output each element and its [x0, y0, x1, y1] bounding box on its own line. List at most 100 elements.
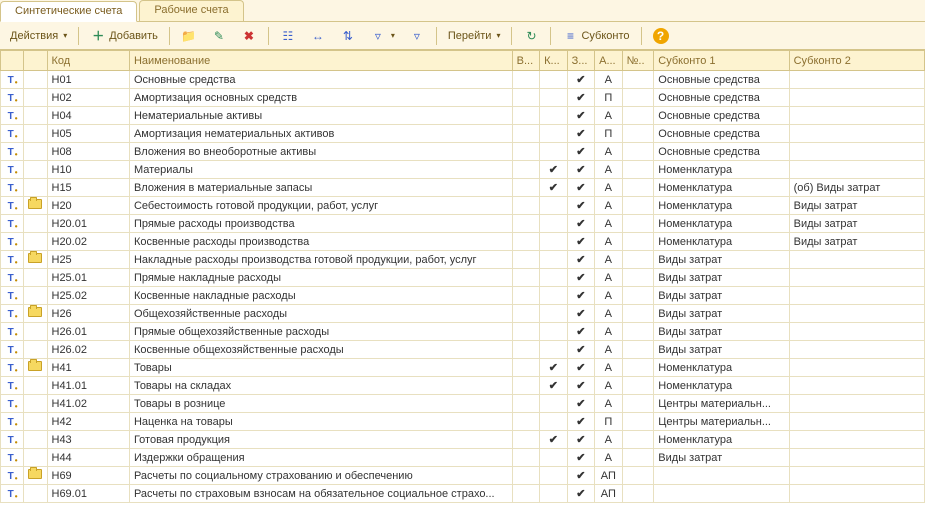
col-name[interactable]: Наименование — [129, 51, 512, 71]
table-row[interactable]: TН20Себестоимость готовой продукции, раб… — [1, 197, 925, 215]
funnel-clear-icon: ▿ — [409, 28, 425, 44]
table-row[interactable]: TН25Накладные расходы производства готов… — [1, 251, 925, 269]
cell-name: Вложения в материальные запасы — [129, 179, 512, 197]
folder-icon — [28, 469, 42, 479]
cell-k — [540, 485, 567, 503]
col-k[interactable]: К... — [540, 51, 567, 71]
tree-button[interactable]: ☷ — [274, 25, 302, 47]
cell-a: А — [595, 71, 622, 89]
cell-z: ✔ — [567, 251, 594, 269]
edit-button[interactable]: ✎ — [205, 25, 233, 47]
table-row[interactable]: TН26.01Прямые общехозяйственные расходы✔… — [1, 323, 925, 341]
delete-button[interactable]: ✖ — [235, 25, 263, 47]
add-button[interactable]: ＋ Добавить — [84, 25, 164, 47]
table-row[interactable]: TН01Основные средства✔АОсновные средства — [1, 71, 925, 89]
row-marker: T — [1, 251, 24, 269]
add-group-button[interactable]: 📁 — [175, 25, 203, 47]
table-row[interactable]: TН20.02Косвенные расходы производства✔АН… — [1, 233, 925, 251]
table-row[interactable]: TН41.01Товары на складах✔✔АНоменклатура — [1, 377, 925, 395]
table-row[interactable]: TН44Издержки обращения✔АВиды затрат — [1, 449, 925, 467]
check-icon: ✔ — [576, 128, 585, 140]
tab-synthetic-accounts[interactable]: Синтетические счета — [0, 1, 137, 22]
cell-z: ✔ — [567, 125, 594, 143]
table-row[interactable]: TН41.02Товары в рознице✔АЦентры материал… — [1, 395, 925, 413]
hierarchy-button[interactable]: ⇅ — [334, 25, 362, 47]
row-icon-cell — [24, 143, 47, 161]
cell-sub2: (об) Виды затрат — [789, 179, 924, 197]
cell-code: Н26.01 — [47, 323, 129, 341]
col-sub1[interactable]: Субконто 1 — [654, 51, 789, 71]
table-row[interactable]: TН25.01Прямые накладные расходы✔АВиды за… — [1, 269, 925, 287]
col-marker[interactable] — [1, 51, 24, 71]
col-a[interactable]: А... — [595, 51, 622, 71]
cell-sub2 — [789, 341, 924, 359]
col-sub2[interactable]: Субконто 2 — [789, 51, 924, 71]
cell-sub2: Виды затрат — [789, 197, 924, 215]
table-row[interactable]: TН41Товары✔✔АНоменклатура — [1, 359, 925, 377]
cell-a: П — [595, 413, 622, 431]
col-code[interactable]: Код — [47, 51, 129, 71]
filter-button[interactable]: ▿▾ — [364, 25, 401, 47]
cell-sub1: Виды затрат — [654, 305, 789, 323]
cell-z: ✔ — [567, 449, 594, 467]
cell-name: Основные средства — [129, 71, 512, 89]
cell-code: Н44 — [47, 449, 129, 467]
cell-a: А — [595, 233, 622, 251]
table-row[interactable]: TН02Амортизация основных средств✔ПОсновн… — [1, 89, 925, 107]
check-icon: ✔ — [576, 146, 585, 158]
help-button[interactable]: ? — [647, 25, 675, 47]
subkonto-button[interactable]: ≡ Субконто — [556, 25, 635, 47]
tab-working-accounts[interactable]: Рабочие счета — [139, 0, 243, 21]
cell-a: А — [595, 197, 622, 215]
table-row[interactable]: TН69.01Расчеты по страховым взносам на о… — [1, 485, 925, 503]
cell-z: ✔ — [567, 161, 594, 179]
cell-name: Косвенные общехозяйственные расходы — [129, 341, 512, 359]
cell-v — [512, 71, 539, 89]
cell-n — [622, 359, 654, 377]
check-icon: ✔ — [576, 308, 585, 320]
cell-a: А — [595, 449, 622, 467]
table-row[interactable]: TН05Амортизация нематериальных активов✔П… — [1, 125, 925, 143]
row-marker: T — [1, 449, 24, 467]
col-icon[interactable] — [24, 51, 47, 71]
table-row[interactable]: TН43Готовая продукция✔✔АНоменклатура — [1, 431, 925, 449]
refresh-button[interactable]: ↻ — [517, 25, 545, 47]
cell-sub2 — [789, 485, 924, 503]
row-marker: T — [1, 413, 24, 431]
table-row[interactable]: TН25.02Косвенные накладные расходы✔АВиды… — [1, 287, 925, 305]
cell-sub1: Номенклатура — [654, 233, 789, 251]
col-z[interactable]: З... — [567, 51, 594, 71]
row-marker: T — [1, 89, 24, 107]
goto-button[interactable]: Перейти▾ — [442, 25, 507, 47]
table-row[interactable]: TН20.01Прямые расходы производства✔АНоме… — [1, 215, 925, 233]
cell-k — [540, 143, 567, 161]
table-row[interactable]: TН26Общехозяйственные расходы✔АВиды затр… — [1, 305, 925, 323]
cell-name: Расчеты по социальному страхованию и обе… — [129, 467, 512, 485]
row-marker: T — [1, 215, 24, 233]
cell-n — [622, 395, 654, 413]
table-row[interactable]: TН26.02Косвенные общехозяйственные расхо… — [1, 341, 925, 359]
cell-name: Прямые накладные расходы — [129, 269, 512, 287]
cell-name: Нематериальные активы — [129, 107, 512, 125]
table-row[interactable]: TН10Материалы✔✔АНоменклатура — [1, 161, 925, 179]
t-marker-icon: T — [8, 489, 17, 500]
col-n[interactable]: №.. — [622, 51, 654, 71]
cell-v — [512, 341, 539, 359]
cell-sub1: Номенклатура — [654, 179, 789, 197]
table-row[interactable]: TН15Вложения в материальные запасы✔✔АНом… — [1, 179, 925, 197]
table-row[interactable]: TН08Вложения во внеоборотные активы✔АОсн… — [1, 143, 925, 161]
actions-button[interactable]: Действия▾ — [4, 25, 73, 47]
table-row[interactable]: TН69Расчеты по социальному страхованию и… — [1, 467, 925, 485]
cell-code: Н69 — [47, 467, 129, 485]
table-row[interactable]: TН42Наценка на товары✔ПЦентры материальн… — [1, 413, 925, 431]
cell-n — [622, 413, 654, 431]
cell-code: Н20.02 — [47, 233, 129, 251]
table-row[interactable]: TН04Нематериальные активы✔АОсновные сред… — [1, 107, 925, 125]
check-icon: ✔ — [576, 200, 585, 212]
cell-k: ✔ — [540, 377, 567, 395]
cell-name: Накладные расходы производства готовой п… — [129, 251, 512, 269]
col-v[interactable]: В... — [512, 51, 539, 71]
move-button[interactable]: ↔ — [304, 25, 332, 47]
clear-filter-button[interactable]: ▿ — [403, 25, 431, 47]
cell-k: ✔ — [540, 359, 567, 377]
